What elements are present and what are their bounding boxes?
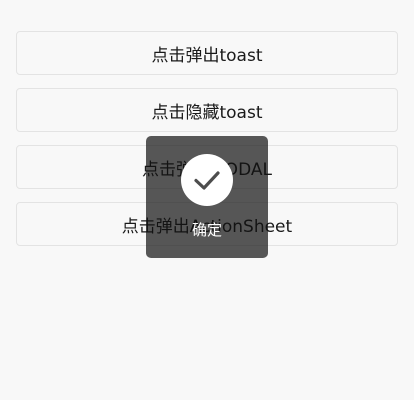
page: 点击弹出toast 点击隐藏toast 点击弹出MODAL 点击弹出Action… [0,0,414,400]
show-toast-button[interactable]: 点击弹出toast [16,31,398,75]
toast: 确定 [146,136,268,258]
checkmark-icon-svg [194,171,220,190]
toast-text: 确定 [191,221,222,239]
checkmark-icon [181,154,233,206]
hide-toast-button[interactable]: 点击隐藏toast [16,88,398,132]
